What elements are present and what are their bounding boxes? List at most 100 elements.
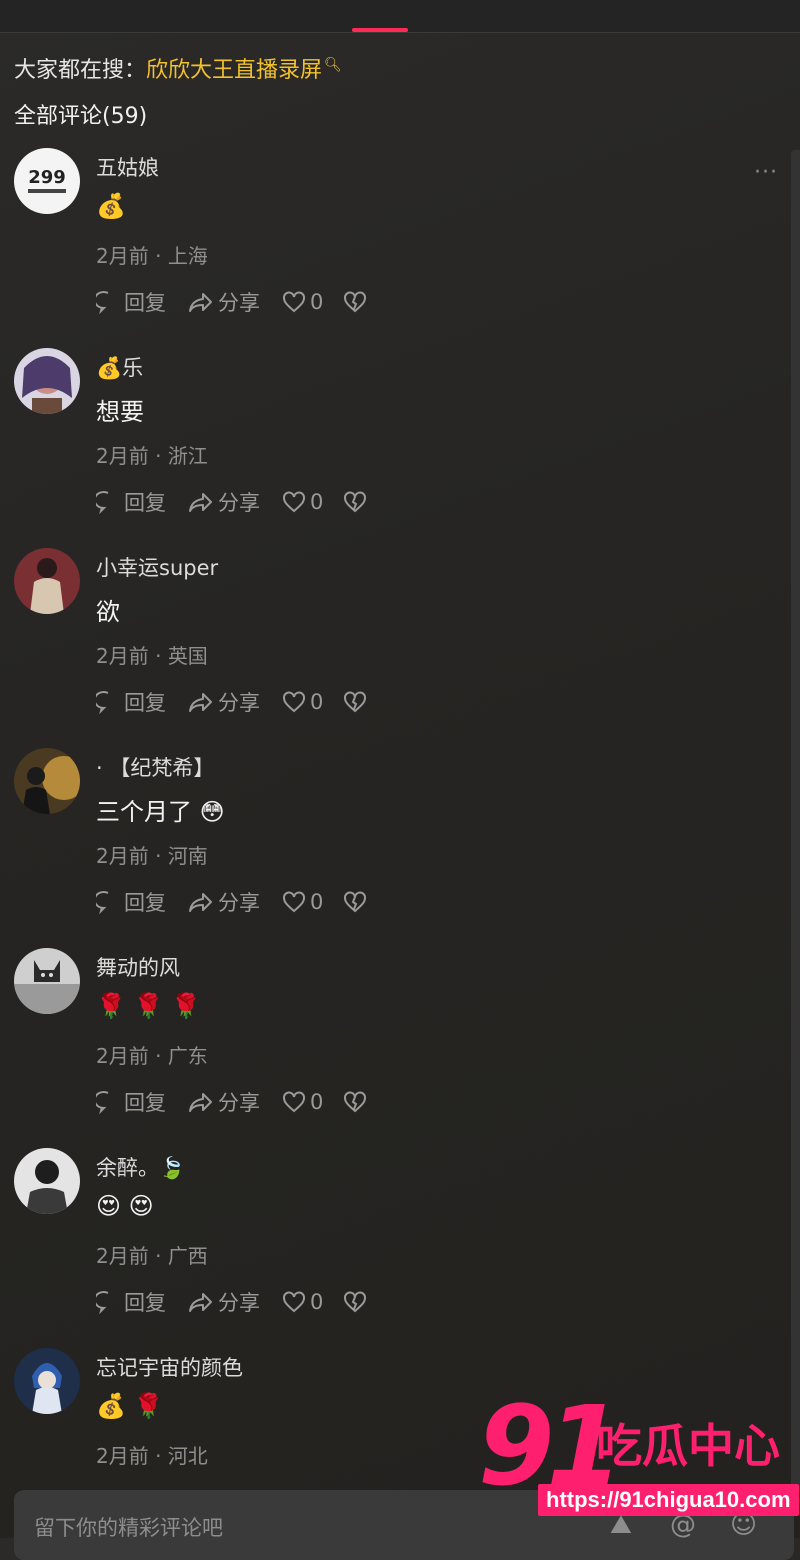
heart-icon bbox=[283, 291, 305, 313]
like-button[interactable]: 0 bbox=[282, 890, 323, 914]
share-label: 分享 bbox=[218, 1091, 260, 1115]
comment-username[interactable]: 五姑娘 bbox=[96, 152, 159, 182]
broken-heart-icon bbox=[344, 491, 367, 513]
watermark: 91 吃瓜中心 https://91chigua10.com bbox=[478, 1382, 799, 1522]
dislike-button[interactable] bbox=[343, 491, 371, 513]
share-label: 分享 bbox=[218, 691, 260, 715]
comment-location: 河北 bbox=[167, 1444, 208, 1468]
comment-content: 想要 bbox=[96, 398, 144, 426]
comment-username[interactable]: 舞动的风 bbox=[96, 952, 180, 982]
comment-username[interactable]: 忘记宇宙的颜色 bbox=[96, 1352, 243, 1382]
reply-button[interactable]: 回复 bbox=[96, 287, 166, 317]
broken-heart-icon bbox=[344, 691, 367, 713]
search-icon: 🔍︎ bbox=[324, 57, 342, 73]
comment-content: 💰 🌹 bbox=[96, 1392, 164, 1420]
comment-username[interactable]: · 【纪梵希】 bbox=[96, 752, 214, 782]
share-icon bbox=[189, 1093, 212, 1112]
comment-username[interactable]: 余醉。🍃 bbox=[96, 1152, 185, 1182]
reply-icon bbox=[96, 1291, 109, 1314]
comment-location: 广东 bbox=[167, 1044, 208, 1068]
comment-meta: 2月前 · 上海 bbox=[96, 244, 208, 268]
comment-location: 河南 bbox=[167, 844, 208, 868]
like-count: 0 bbox=[310, 490, 324, 514]
avatar-logo-text: 299 bbox=[28, 167, 66, 188]
watermark-name: 吃瓜中心 bbox=[596, 1419, 780, 1473]
dislike-button[interactable] bbox=[343, 891, 371, 913]
trending-search-prefix: 大家都在搜： bbox=[14, 58, 147, 83]
comment-location: 浙江 bbox=[167, 444, 208, 468]
share-label: 分享 bbox=[218, 291, 260, 315]
share-icon bbox=[189, 493, 212, 512]
dislike-button[interactable] bbox=[343, 691, 371, 713]
like-button[interactable]: 0 bbox=[282, 690, 323, 714]
comment-actions: 回复 分享 0 bbox=[96, 688, 393, 716]
share-icon bbox=[189, 293, 212, 312]
comment-meta: 2月前 · 广东 bbox=[96, 1044, 208, 1068]
avatar[interactable] bbox=[14, 1148, 80, 1214]
reply-button[interactable]: 回复 bbox=[96, 1287, 166, 1317]
like-button[interactable]: 0 bbox=[282, 1090, 323, 1114]
like-button[interactable]: 0 bbox=[282, 1290, 323, 1314]
comment-content: 😍 😍 bbox=[96, 1192, 154, 1220]
share-button[interactable]: 分享 bbox=[188, 687, 260, 717]
avatar[interactable] bbox=[14, 748, 80, 814]
share-button[interactable]: 分享 bbox=[188, 1087, 260, 1117]
like-button[interactable]: 0 bbox=[282, 290, 323, 314]
comment-meta: 2月前 · 河北 bbox=[96, 1444, 208, 1468]
dislike-button[interactable] bbox=[343, 1091, 371, 1113]
share-label: 分享 bbox=[218, 891, 260, 915]
reply-button[interactable]: 回复 bbox=[96, 887, 166, 917]
like-count: 0 bbox=[310, 1090, 324, 1114]
comment-actions: 回复 分享 0 bbox=[96, 888, 393, 916]
broken-heart-icon bbox=[344, 891, 367, 913]
heart-icon bbox=[283, 491, 305, 513]
reply-button[interactable]: 回复 bbox=[96, 487, 166, 517]
comment-time: 2月前 bbox=[96, 644, 149, 668]
share-button[interactable]: 分享 bbox=[188, 887, 260, 917]
comment-time: 2月前 bbox=[96, 1044, 149, 1068]
comment-time: 2月前 bbox=[96, 844, 149, 868]
comment-location: 广西 bbox=[167, 1244, 208, 1268]
avatar[interactable] bbox=[14, 948, 80, 1014]
reply-label: 回复 bbox=[124, 491, 166, 515]
comment-location: 英国 bbox=[167, 644, 208, 668]
reply-label: 回复 bbox=[124, 691, 166, 715]
comment-time: 2月前 bbox=[96, 244, 149, 268]
comment-actions: 回复 分享 0 bbox=[96, 1088, 393, 1116]
comment-time: 2月前 bbox=[96, 1444, 149, 1468]
share-icon bbox=[189, 1293, 212, 1312]
comment-item: 小幸运super 欲 2月前 · 英国 回复 分享 0 bbox=[0, 548, 780, 748]
share-button[interactable]: 分享 bbox=[188, 287, 260, 317]
reply-label: 回复 bbox=[124, 891, 166, 915]
like-count: 0 bbox=[310, 290, 324, 314]
reply-icon bbox=[96, 691, 109, 714]
dislike-button[interactable] bbox=[343, 1291, 371, 1313]
comment-username[interactable]: 小幸运super bbox=[96, 552, 218, 582]
comment-content: 三个月了 😳 bbox=[96, 798, 225, 826]
share-button[interactable]: 分享 bbox=[188, 487, 260, 517]
comment-username[interactable]: 💰乐 bbox=[96, 352, 143, 382]
scrollbar[interactable] bbox=[791, 150, 800, 1490]
share-button[interactable]: 分享 bbox=[188, 1287, 260, 1317]
reply-icon bbox=[96, 291, 109, 314]
comments-title: 全部评论(59) bbox=[14, 104, 148, 129]
reply-button[interactable]: 回复 bbox=[96, 687, 166, 717]
comment-item: · 【纪梵希】 三个月了 😳 2月前 · 河南 回复 分享 0 bbox=[0, 748, 780, 948]
reply-button[interactable]: 回复 bbox=[96, 1087, 166, 1117]
trending-search[interactable]: 大家都在搜：欣欣大王直播录屏 🔍︎ bbox=[14, 52, 342, 84]
avatar[interactable]: 299 bbox=[14, 148, 80, 214]
avatar[interactable] bbox=[14, 548, 80, 614]
comment-meta: 2月前 · 浙江 bbox=[96, 444, 208, 468]
comment-content: 🌹 🌹 🌹 bbox=[96, 992, 201, 1020]
tab-indicator bbox=[352, 28, 408, 32]
share-icon bbox=[189, 693, 212, 712]
share-label: 分享 bbox=[218, 491, 260, 515]
trending-search-keyword[interactable]: 欣欣大王直播录屏 bbox=[146, 58, 322, 83]
comment-actions: 回复 分享 0 bbox=[96, 1288, 393, 1316]
avatar[interactable] bbox=[14, 1348, 80, 1414]
comment-meta: 2月前 · 广西 bbox=[96, 1244, 208, 1268]
comment-item: 299 五姑娘 💰 2月前 · 上海 回复 分享 0 bbox=[0, 148, 780, 348]
like-button[interactable]: 0 bbox=[282, 490, 323, 514]
avatar[interactable] bbox=[14, 348, 80, 414]
dislike-button[interactable] bbox=[343, 291, 371, 313]
